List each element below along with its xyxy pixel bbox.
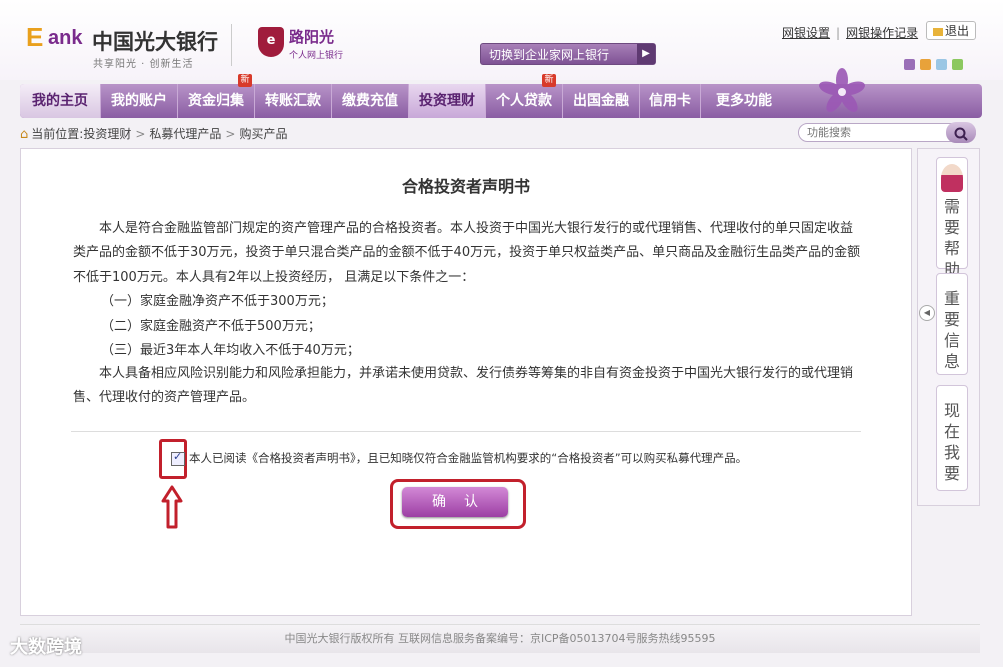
search-icon — [954, 127, 968, 141]
nav-my-account[interactable]: 我的账户 — [101, 84, 178, 118]
nav-my-home[interactable]: 我的主页 — [20, 84, 101, 118]
side-important-info-button[interactable]: 重要信息 — [936, 273, 968, 375]
agree-checkbox[interactable] — [171, 450, 185, 466]
function-search — [798, 122, 976, 143]
logout-icon — [932, 27, 943, 36]
side-want-label: 现在我要 — [943, 401, 960, 483]
side-info-label: 重要信息 — [943, 289, 960, 371]
up-arrow-icon — [161, 485, 183, 529]
nav-label: 投资理财 — [419, 93, 475, 109]
breadcrumb-item[interactable]: 私募代理产品 — [149, 127, 221, 141]
breadcrumb: ⌂ 当前位置:投资理财 > 私募代理产品 > 购买产品 — [20, 125, 287, 142]
breadcrumb-item: 购买产品 — [239, 127, 288, 141]
nav-label: 信用卡 — [649, 93, 691, 109]
skin-selector — [904, 55, 968, 74]
divider — [71, 431, 861, 432]
ebank-settings-link[interactable]: 网银设置 — [782, 26, 830, 40]
slogan: 共享阳光 · 创新生活 — [93, 59, 194, 70]
confirm-button[interactable]: 确认 — [402, 487, 508, 517]
side-help-label: 需要帮助 — [943, 197, 960, 279]
page-title: 合格投资者声明书 — [401, 177, 530, 196]
new-badge: 新 — [238, 74, 252, 87]
skin-orange[interactable] — [920, 59, 931, 70]
nav-more[interactable]: 更多功能 — [701, 84, 787, 118]
brand-badge-icon: e — [258, 27, 284, 57]
skin-green[interactable] — [952, 59, 963, 70]
nav-label: 资金归集 — [188, 93, 244, 109]
nav-label: 个人贷款 — [496, 93, 552, 109]
switch-enterprise-button[interactable]: 切换到企业家网上银行 ▶ — [480, 43, 656, 65]
flower-logo-icon — [819, 68, 865, 113]
logout-button[interactable]: 退出 — [926, 21, 976, 40]
link-separator: | — [836, 26, 841, 40]
declaration-paragraph: 本人是符合金融监管部门规定的资产管理产品的合格投资者。本人投资于中国光大银行发行… — [73, 221, 861, 285]
nav-credit-card[interactable]: 信用卡 — [640, 84, 701, 118]
agree-text: 本人已阅读《合格投资者声明书》，且已知晓仅符合金融监管机构要求的“合格投资者”可… — [189, 451, 748, 465]
skin-purple[interactable] — [904, 59, 915, 70]
bank-name: 中国光大银行 — [92, 30, 218, 54]
commitment-paragraph: 本人具备相应风险识别能力和风险承担能力，并承诺未使用贷款、发行债券等筹集的非自有… — [73, 366, 854, 406]
condition-item: （二）家庭金融资产不低于500万元； — [101, 319, 321, 334]
logo-divider — [231, 24, 232, 66]
footer: 中国光大银行版权所有 互联网信息服务备案编号：京ICP备05013704号服务热… — [20, 624, 980, 653]
nav-fund-collection[interactable]: 资金归集 新 — [178, 74, 255, 118]
side-i-want-button[interactable]: 现在我要 — [936, 385, 968, 491]
nav-label: 缴费充值 — [342, 93, 398, 109]
breadcrumb-arrow: > — [135, 127, 146, 141]
nav-overseas-finance[interactable]: 出国金融 — [563, 84, 640, 118]
logo-bank: ank — [48, 27, 83, 49]
skin-blue[interactable] — [936, 59, 947, 70]
nav-label: 出国金融 — [573, 93, 629, 109]
switch-label: 切换到企业家网上银行 — [489, 48, 610, 62]
brand-name: 路阳光 — [289, 28, 335, 46]
logo-e: E — [26, 22, 44, 52]
logout-label: 退出 — [944, 24, 969, 38]
nav-investment[interactable]: 投资理财 — [409, 84, 486, 118]
breadcrumb-prefix: 当前位置: — [31, 127, 84, 141]
nav-transfer[interactable]: 转账汇款 — [255, 84, 332, 118]
main-content: 合格投资者声明书 本人是符合金融监管部门规定的资产管理产品的合格投资者。本人投资… — [20, 148, 912, 616]
nav-personal-loan[interactable]: 个人贷款 新 — [486, 74, 563, 118]
brand-subtitle: 个人网上银行 — [289, 51, 344, 61]
condition-item: （三）最近3年本人年均收入不低于40万元； — [101, 343, 360, 358]
collapse-left-icon[interactable]: ◀ — [919, 305, 935, 321]
service-avatar-icon — [941, 164, 963, 192]
nav-label: 更多功能 — [716, 93, 772, 109]
search-input[interactable] — [807, 125, 937, 140]
breadcrumb-item[interactable]: 投资理财 — [83, 127, 131, 141]
search-button[interactable] — [946, 122, 976, 143]
nav-label: 我的账户 — [111, 93, 167, 109]
top-links: 网银设置 | 网银操作记录 — [782, 24, 918, 41]
breadcrumb-arrow: > — [225, 127, 236, 141]
condition-item: （一）家庭金融净资产不低于300万元； — [101, 294, 334, 309]
operation-log-link[interactable]: 网银操作记录 — [846, 26, 918, 40]
new-badge: 新 — [542, 74, 556, 87]
nav-label: 我的主页 — [32, 93, 88, 109]
watermark: 大数跨境 — [10, 637, 82, 658]
side-panel: ◀ 需要帮助 重要信息 现在我要 — [917, 148, 980, 506]
play-arrow-icon: ▶ — [637, 44, 655, 64]
home-icon: ⌂ — [20, 127, 29, 142]
agreement-row: 本人已阅读《合格投资者声明书》，且已知晓仅符合金融监管机构要求的“合格投资者”可… — [171, 450, 747, 466]
nav-payment[interactable]: 缴费充值 — [332, 84, 409, 118]
side-help-button[interactable]: 需要帮助 — [936, 157, 968, 279]
nav-label: 转账汇款 — [265, 93, 321, 109]
